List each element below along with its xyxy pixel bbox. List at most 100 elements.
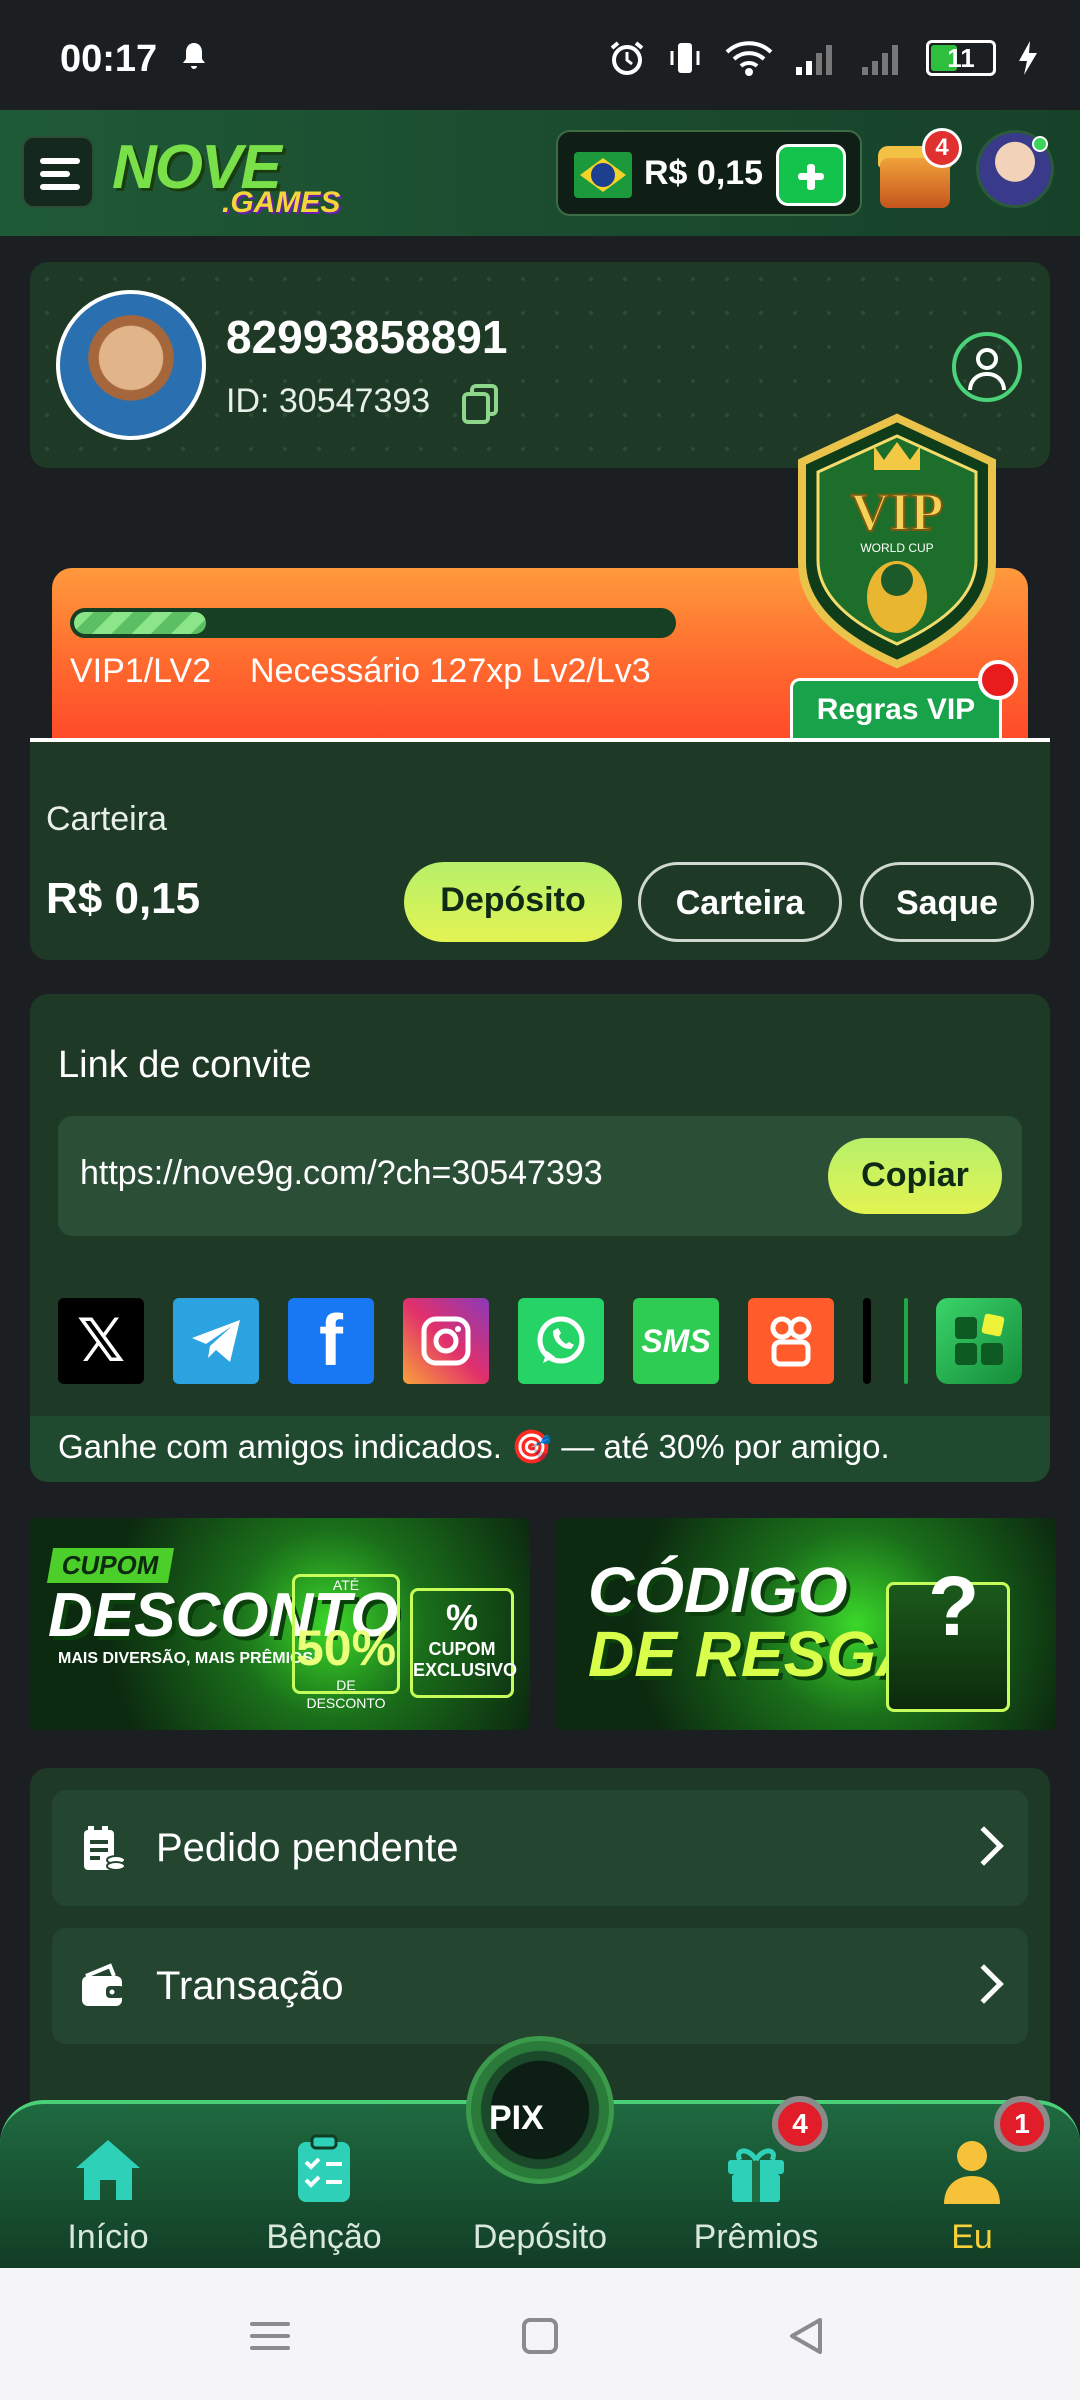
alarm-icon bbox=[610, 41, 644, 75]
redeem-code-banner[interactable]: CÓDIGO DE RESGATE ? bbox=[556, 1518, 1056, 1730]
vip-progress-bar bbox=[70, 608, 676, 638]
question-mark-icon: ? bbox=[928, 1559, 980, 1653]
home-square-icon[interactable] bbox=[522, 2318, 558, 2354]
x-share-icon[interactable]: 𝕏 bbox=[58, 1298, 144, 1384]
nav-label: Bênção bbox=[266, 2218, 382, 2256]
invite-url[interactable]: https://nove9g.com/?ch=30547393 bbox=[80, 1154, 603, 1193]
share-divider bbox=[904, 1298, 908, 1384]
edit-profile-button[interactable] bbox=[952, 332, 1022, 402]
vip-progress-fill bbox=[74, 612, 206, 634]
menu-item-transactions[interactable]: Transação bbox=[52, 1928, 1028, 2044]
invite-card: Link de convite https://nove9g.com/?ch=3… bbox=[30, 994, 1050, 1482]
system-nav-bar bbox=[0, 2268, 1080, 2400]
user-edit-icon bbox=[976, 348, 998, 370]
battery-level: 11 bbox=[947, 42, 975, 73]
discount-percent-sub: DE DESCONTO bbox=[306, 1677, 386, 1711]
invite-title: Link de convite bbox=[58, 1044, 312, 1086]
telegram-share-icon[interactable] bbox=[173, 1298, 259, 1384]
profile-avatar[interactable] bbox=[56, 290, 206, 440]
whatsapp-share-icon[interactable] bbox=[518, 1298, 604, 1384]
home-icon bbox=[76, 2140, 140, 2200]
status-time: 00:17 bbox=[60, 38, 158, 80]
copy-id-icon[interactable] bbox=[462, 384, 498, 424]
menu-icon-line bbox=[40, 171, 70, 177]
vip-badge-icon: VIP WORLD CUP bbox=[798, 413, 996, 669]
menu-button[interactable] bbox=[22, 136, 94, 208]
header-balance: R$ 0,15 bbox=[644, 154, 764, 192]
status-bar: 00:17 11 bbox=[0, 0, 1080, 110]
more-apps-icon[interactable] bbox=[936, 1298, 1022, 1384]
kwai-share-icon[interactable] bbox=[748, 1298, 834, 1384]
vip-badge-sub: WORLD CUP bbox=[860, 541, 933, 555]
discount-subtitle: MAIS DIVERSÃO, MAIS PRÊMIOS! bbox=[58, 1650, 319, 1667]
nav-prizes[interactable]: Prêmios 4 bbox=[648, 2096, 864, 2272]
brazil-flag-icon bbox=[574, 152, 632, 198]
vip-rules-button[interactable]: Regras VIP bbox=[790, 678, 1002, 740]
sms-share-icon[interactable]: SMS bbox=[633, 1298, 719, 1384]
signal-icon-2 bbox=[862, 45, 898, 75]
vip-requirement: Necessário 127xp Lv2/Lv3 bbox=[250, 652, 651, 690]
brand-logo[interactable]: NOVE .GAMES bbox=[112, 132, 342, 219]
vibrate-icon bbox=[670, 43, 700, 73]
wallet-amount: R$ 0,15 bbox=[46, 874, 201, 923]
facebook-share-icon[interactable]: f bbox=[288, 1298, 374, 1384]
discount-percent-box: ATÉ 50% DE DESCONTO bbox=[292, 1574, 400, 1711]
nav-blessing[interactable]: Bênção bbox=[216, 2104, 432, 2272]
menu-item-pending-orders[interactable]: Pedido pendente bbox=[52, 1790, 1028, 1906]
balance-pill[interactable]: R$ 0,15 bbox=[556, 130, 862, 216]
chevron-right-icon bbox=[964, 1826, 1004, 1866]
discount-tag: CUPOM bbox=[46, 1548, 174, 1583]
checklist-icon bbox=[298, 2134, 350, 2202]
user-edit-icon-body bbox=[968, 372, 1006, 390]
share-overflow bbox=[863, 1298, 871, 1384]
instagram-share-icon[interactable] bbox=[403, 1298, 489, 1384]
add-funds-button[interactable] bbox=[776, 144, 846, 206]
recent-apps-icon[interactable] bbox=[250, 2318, 290, 2354]
treasure-chest-button[interactable]: 4 bbox=[872, 128, 962, 214]
wifi-icon bbox=[725, 41, 773, 76]
profile-username: 82993858891 bbox=[226, 311, 508, 363]
menu-item-label: Pedido pendente bbox=[156, 1826, 459, 1870]
coupon-label: CUPOM EXCLUSIVO bbox=[413, 1639, 518, 1680]
deposit-button[interactable]: Depósito bbox=[404, 862, 622, 942]
charging-icon bbox=[1019, 41, 1037, 75]
profile-id: ID: 30547393 bbox=[226, 382, 431, 420]
nav-label-active: Eu bbox=[951, 2218, 993, 2256]
logo-subtext: .GAMES bbox=[222, 186, 341, 219]
discount-percent: 50% bbox=[295, 1620, 397, 1676]
copy-link-button[interactable]: Copiar bbox=[828, 1138, 1002, 1214]
invite-footer-text: Ganhe com amigos indicados. 🎯 — até 30% … bbox=[58, 1428, 890, 1465]
nav-home[interactable]: Início bbox=[0, 2104, 216, 2272]
pix-logo: PIX bbox=[489, 2099, 544, 2137]
online-indicator bbox=[1032, 136, 1048, 152]
invite-link-box: https://nove9g.com/?ch=30547393 Copiar bbox=[58, 1116, 1022, 1236]
clipboard-coins-icon bbox=[84, 1826, 126, 1871]
menu-icon-line bbox=[40, 184, 80, 190]
invite-footer: Ganhe com amigos indicados. 🎯 — até 30% … bbox=[30, 1416, 1050, 1482]
me-badge: 1 bbox=[994, 2096, 1050, 2152]
nav-label: Prêmios bbox=[693, 2218, 819, 2256]
discount-banner[interactable]: CUPOM DESCONTO MAIS DIVERSÃO, MAIS PRÊMI… bbox=[30, 1518, 530, 1730]
signal-icon-1 bbox=[796, 45, 832, 75]
prizes-badge: 4 bbox=[772, 2096, 828, 2152]
user-icon bbox=[944, 2141, 1000, 2204]
wallet-title: Carteira bbox=[46, 800, 167, 838]
discount-percent-top: ATÉ bbox=[332, 1577, 360, 1593]
app-header: NOVE .GAMES R$ 0,15 4 bbox=[0, 110, 1080, 236]
nav-me[interactable]: Eu 1 bbox=[864, 2096, 1080, 2272]
wallet-icon bbox=[82, 1963, 124, 2006]
menu-icon bbox=[40, 158, 80, 164]
vip-badge-title: VIP bbox=[851, 482, 944, 542]
chest-badge: 4 bbox=[922, 128, 962, 168]
menu-item-label: Transação bbox=[156, 1964, 344, 2008]
vip-level: VIP1/LV2 bbox=[70, 652, 212, 690]
nav-label: Depósito bbox=[472, 2218, 608, 2256]
wallet-button[interactable]: Carteira bbox=[638, 862, 842, 942]
withdraw-button[interactable]: Saque bbox=[860, 862, 1034, 942]
bell-icon bbox=[183, 43, 205, 69]
nav-label: Início bbox=[67, 2218, 149, 2256]
coupon-box: % CUPOM EXCLUSIVO bbox=[410, 1588, 518, 1698]
pix-deposit-button[interactable]: PIX bbox=[466, 2036, 614, 2184]
percent-ticket-icon: % bbox=[445, 1597, 478, 1638]
back-icon[interactable] bbox=[786, 2316, 826, 2356]
